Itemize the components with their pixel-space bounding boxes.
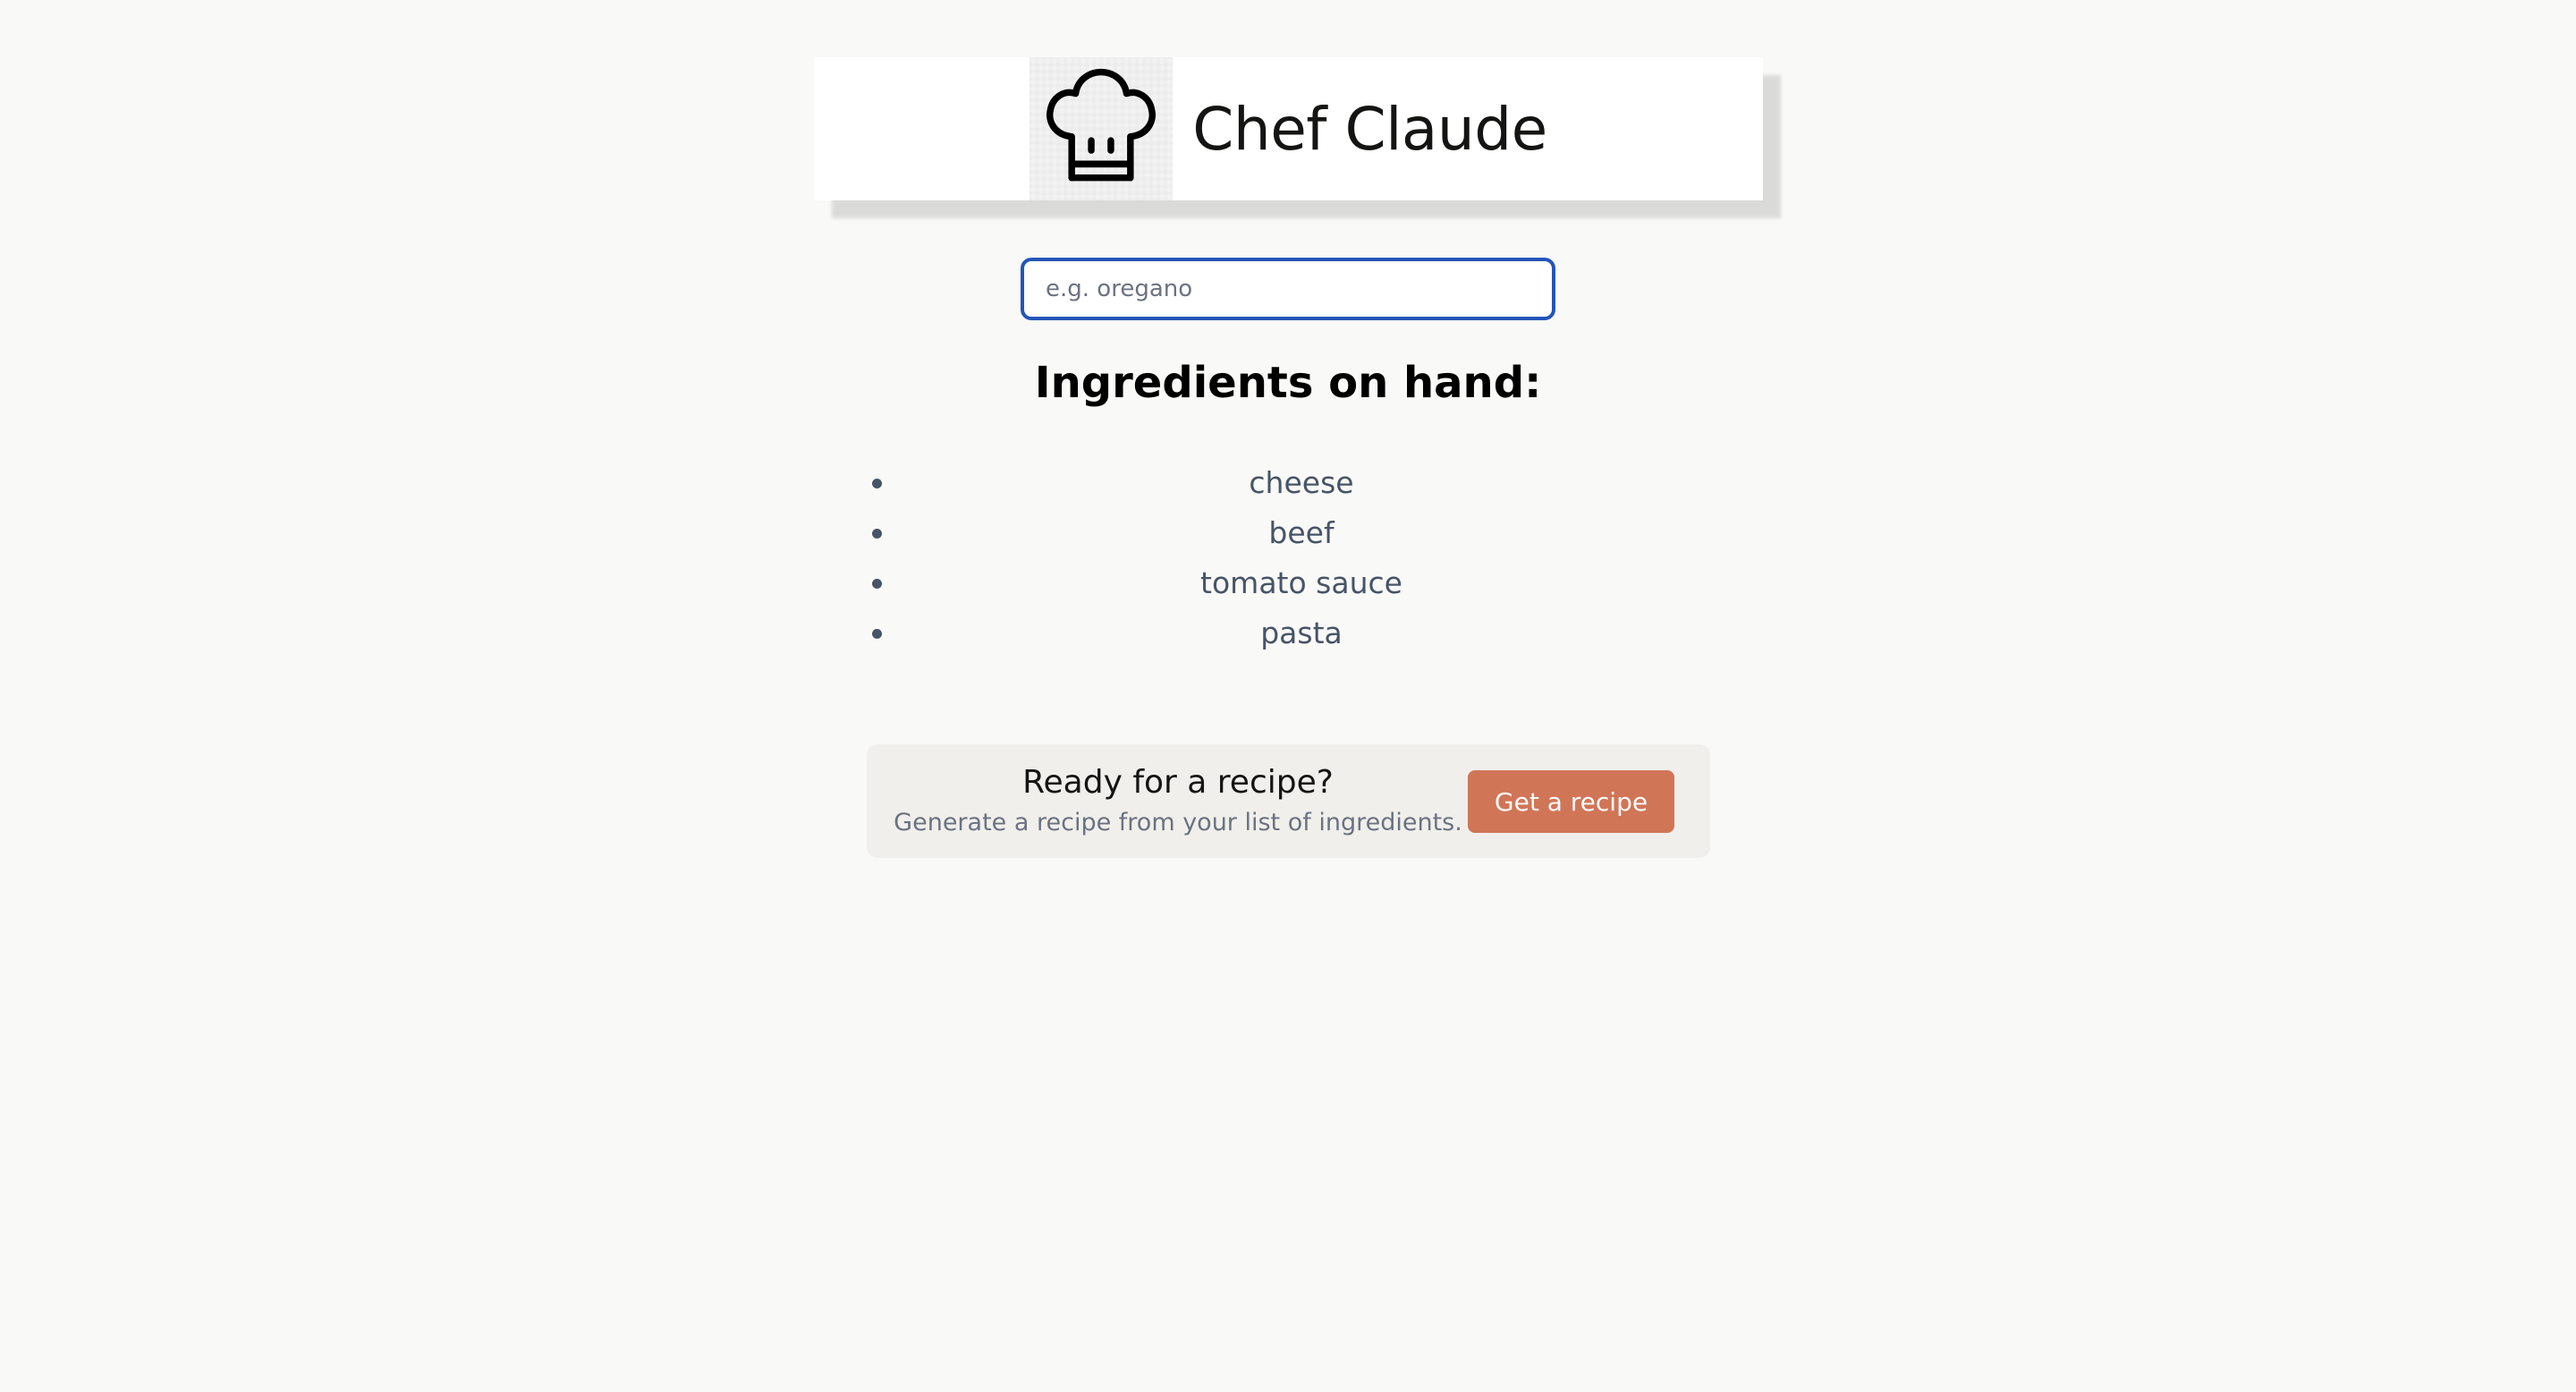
ingredient-label: cheese: [1249, 465, 1354, 500]
list-item: cheese: [872, 458, 1690, 508]
get-recipe-panel: Ready for a recipe? Generate a recipe fr…: [867, 744, 1710, 858]
get-recipe-button[interactable]: Get a recipe: [1468, 770, 1674, 833]
recipe-panel-subtitle: Generate a recipe from your list of ingr…: [894, 809, 1462, 836]
ingredient-input[interactable]: [1021, 258, 1555, 320]
ingredient-label: beef: [1268, 515, 1335, 550]
recipe-panel-title: Ready for a recipe?: [1022, 764, 1334, 801]
list-item: pasta: [872, 608, 1690, 658]
list-item: tomato sauce: [872, 558, 1690, 608]
bullet-icon: [872, 529, 882, 539]
list-item: beef: [872, 508, 1690, 558]
ingredient-label: pasta: [1260, 615, 1343, 650]
bullet-icon: [872, 579, 882, 589]
ingredients-list: cheese beef tomato sauce pasta: [872, 458, 1690, 658]
bullet-icon: [872, 629, 882, 639]
bullet-icon: [872, 479, 882, 488]
ingredients-heading: Ingredients on hand:: [1034, 358, 1542, 408]
chef-hat-icon: [1030, 57, 1174, 200]
app-title: Chef Claude: [1192, 94, 1547, 164]
ingredient-label: tomato sauce: [1200, 565, 1402, 600]
app-header: Chef Claude: [814, 57, 1763, 200]
